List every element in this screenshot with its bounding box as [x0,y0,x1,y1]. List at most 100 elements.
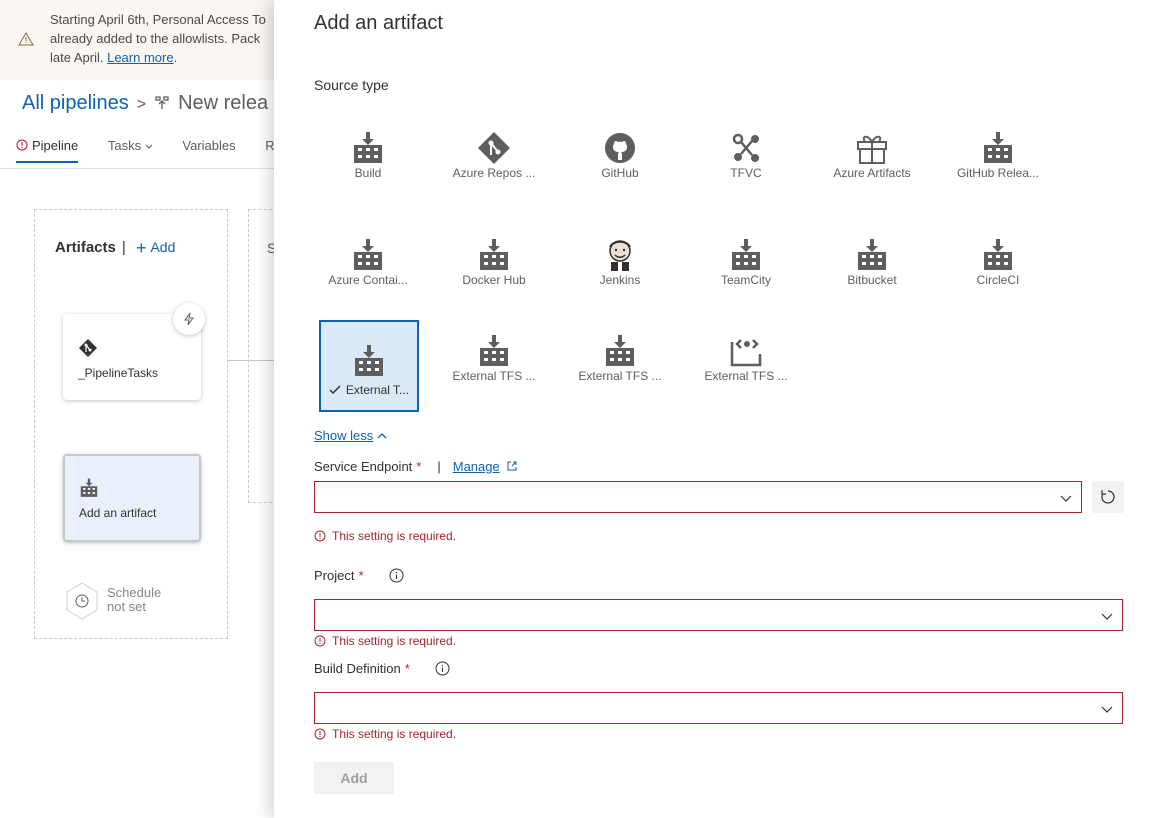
build-definition-label: Build Definition * [314,661,450,676]
build-icon [477,334,511,368]
source-type-label: External TFS ... [704,369,788,383]
chevron-down-icon [1060,495,1072,502]
source-type-label: Azure Artifacts [833,166,911,180]
source-type-label: Source type [314,77,389,93]
tab-tasks[interactable]: Tasks [108,138,153,153]
error-icon [16,139,28,151]
project-error: This setting is required. [314,634,456,648]
build-icon [981,238,1015,272]
add-artifact-label: Add an artifact [79,506,157,520]
tab-variables[interactable]: Variables [182,138,235,153]
source-type-label: Jenkins [599,273,641,287]
artifact-icon [80,478,98,497]
azure-repos-icon [477,131,511,165]
build-definition-error: This setting is required. [314,727,456,741]
breadcrumb: All pipelines > New relea [22,92,268,115]
source-type-tile[interactable]: External TFS ... [570,320,670,412]
show-less-link[interactable]: Show less [314,428,387,443]
info-icon[interactable] [389,568,404,583]
source-type-tile[interactable]: Bitbucket [822,224,922,316]
source-type-tile[interactable]: TFVC [696,117,796,209]
tfvc-icon [729,131,763,165]
add-artifact-card[interactable]: Add an artifact [63,454,201,542]
error-icon [314,635,326,647]
source-type-tile[interactable]: Azure Repos ... [444,117,544,209]
error-icon [314,530,326,542]
clock-icon [66,582,98,620]
source-type-tile[interactable]: Azure Contai... [318,224,418,316]
source-type-label: External T... [321,383,417,397]
source-type-label: Bitbucket [847,273,897,287]
source-type-tile[interactable]: TeamCity [696,224,796,316]
external-link-icon [507,461,517,471]
build-icon [603,334,637,368]
banner-line-3: late April. Learn more. [50,50,178,65]
continuous-deployment-trigger[interactable] [173,303,205,335]
checkmark-icon [329,383,346,397]
jenkins-icon [603,238,637,272]
service-endpoint-select[interactable] [314,481,1082,513]
source-type-tile[interactable]: Build [318,117,418,209]
artifacts-heading: Artifacts | + Add [55,238,176,258]
source-type-tile[interactable]: CircleCI [948,224,1048,316]
artifact-name: _PipelineTasks [78,366,159,380]
breadcrumb-separator: > [136,96,147,113]
service-endpoint-error: This setting is required. [314,529,456,543]
source-type-tile[interactable]: Azure Artifacts [822,117,922,209]
banner-line-1: Starting April 6th, Personal Access To [50,12,266,27]
error-icon [314,728,326,740]
manage-link[interactable]: Manage [453,459,500,474]
build-icon [352,344,386,378]
chevron-down-icon [145,144,153,149]
source-type-tile[interactable]: Docker Hub [444,224,544,316]
service-endpoint-label: Service Endpoint * | Manage [314,459,517,474]
add-artifact-link[interactable]: + Add [135,238,175,258]
github-icon [603,131,637,165]
banner-line-2: already added to the allowlists. Pack [50,31,261,46]
required-marker: * [404,661,410,676]
source-type-label: Build [354,166,382,180]
build-definition-select[interactable] [314,692,1123,724]
build-icon [729,238,763,272]
pipeline-tabs: Pipeline Tasks Variables R [16,138,301,168]
source-type-tile[interactable]: External TFS ... [696,320,796,412]
chevron-down-icon [1101,706,1113,713]
schedule-line-2: not set [107,599,147,614]
project-select[interactable] [314,599,1123,631]
source-type-label: GitHub [601,166,639,180]
build-icon [477,238,511,272]
lightning-icon [184,312,194,326]
chevron-up-icon [377,433,387,439]
source-type-label: External TFS ... [578,369,662,383]
git-icon [79,339,97,357]
required-marker: * [416,459,422,474]
info-icon[interactable] [435,661,450,676]
source-type-label: TFVC [730,166,762,180]
artifacts-section: Artifacts | + Add _PipelineTasks Add an ar… [34,209,228,639]
external-tfs-icon [729,334,763,368]
warning-icon [18,32,34,46]
refresh-button[interactable] [1092,481,1124,513]
schedule-line-1: Schedule [107,585,162,600]
source-type-tile[interactable]: GitHub [570,117,670,209]
source-type-tile[interactable]: GitHub Relea... [948,117,1048,209]
all-pipelines-link[interactable]: All pipelines [22,92,129,114]
source-type-tile[interactable]: External T... [319,320,419,412]
learn-more-link[interactable]: Learn more [107,50,173,65]
build-icon [351,131,385,165]
source-type-tile[interactable]: Jenkins [570,224,670,316]
notification-banner: Starting April 6th, Personal Access To a… [0,0,290,80]
source-type-label: External TFS ... [452,369,536,383]
tab-pipeline[interactable]: Pipeline [16,138,79,163]
source-type-label: Azure Repos ... [452,166,536,180]
refresh-icon [1101,490,1115,504]
tabs-divider [0,168,290,169]
release-name[interactable]: New relea [178,92,268,114]
add-button[interactable]: Add [314,762,394,794]
plus-icon: + [135,238,147,258]
source-type-label: Docker Hub [462,273,526,287]
chevron-down-icon [1101,613,1113,620]
add-artifact-panel: Add an artifact Source type Build Azure R… [274,0,1153,818]
build-icon [351,238,385,272]
source-type-tile[interactable]: External TFS ... [444,320,544,412]
